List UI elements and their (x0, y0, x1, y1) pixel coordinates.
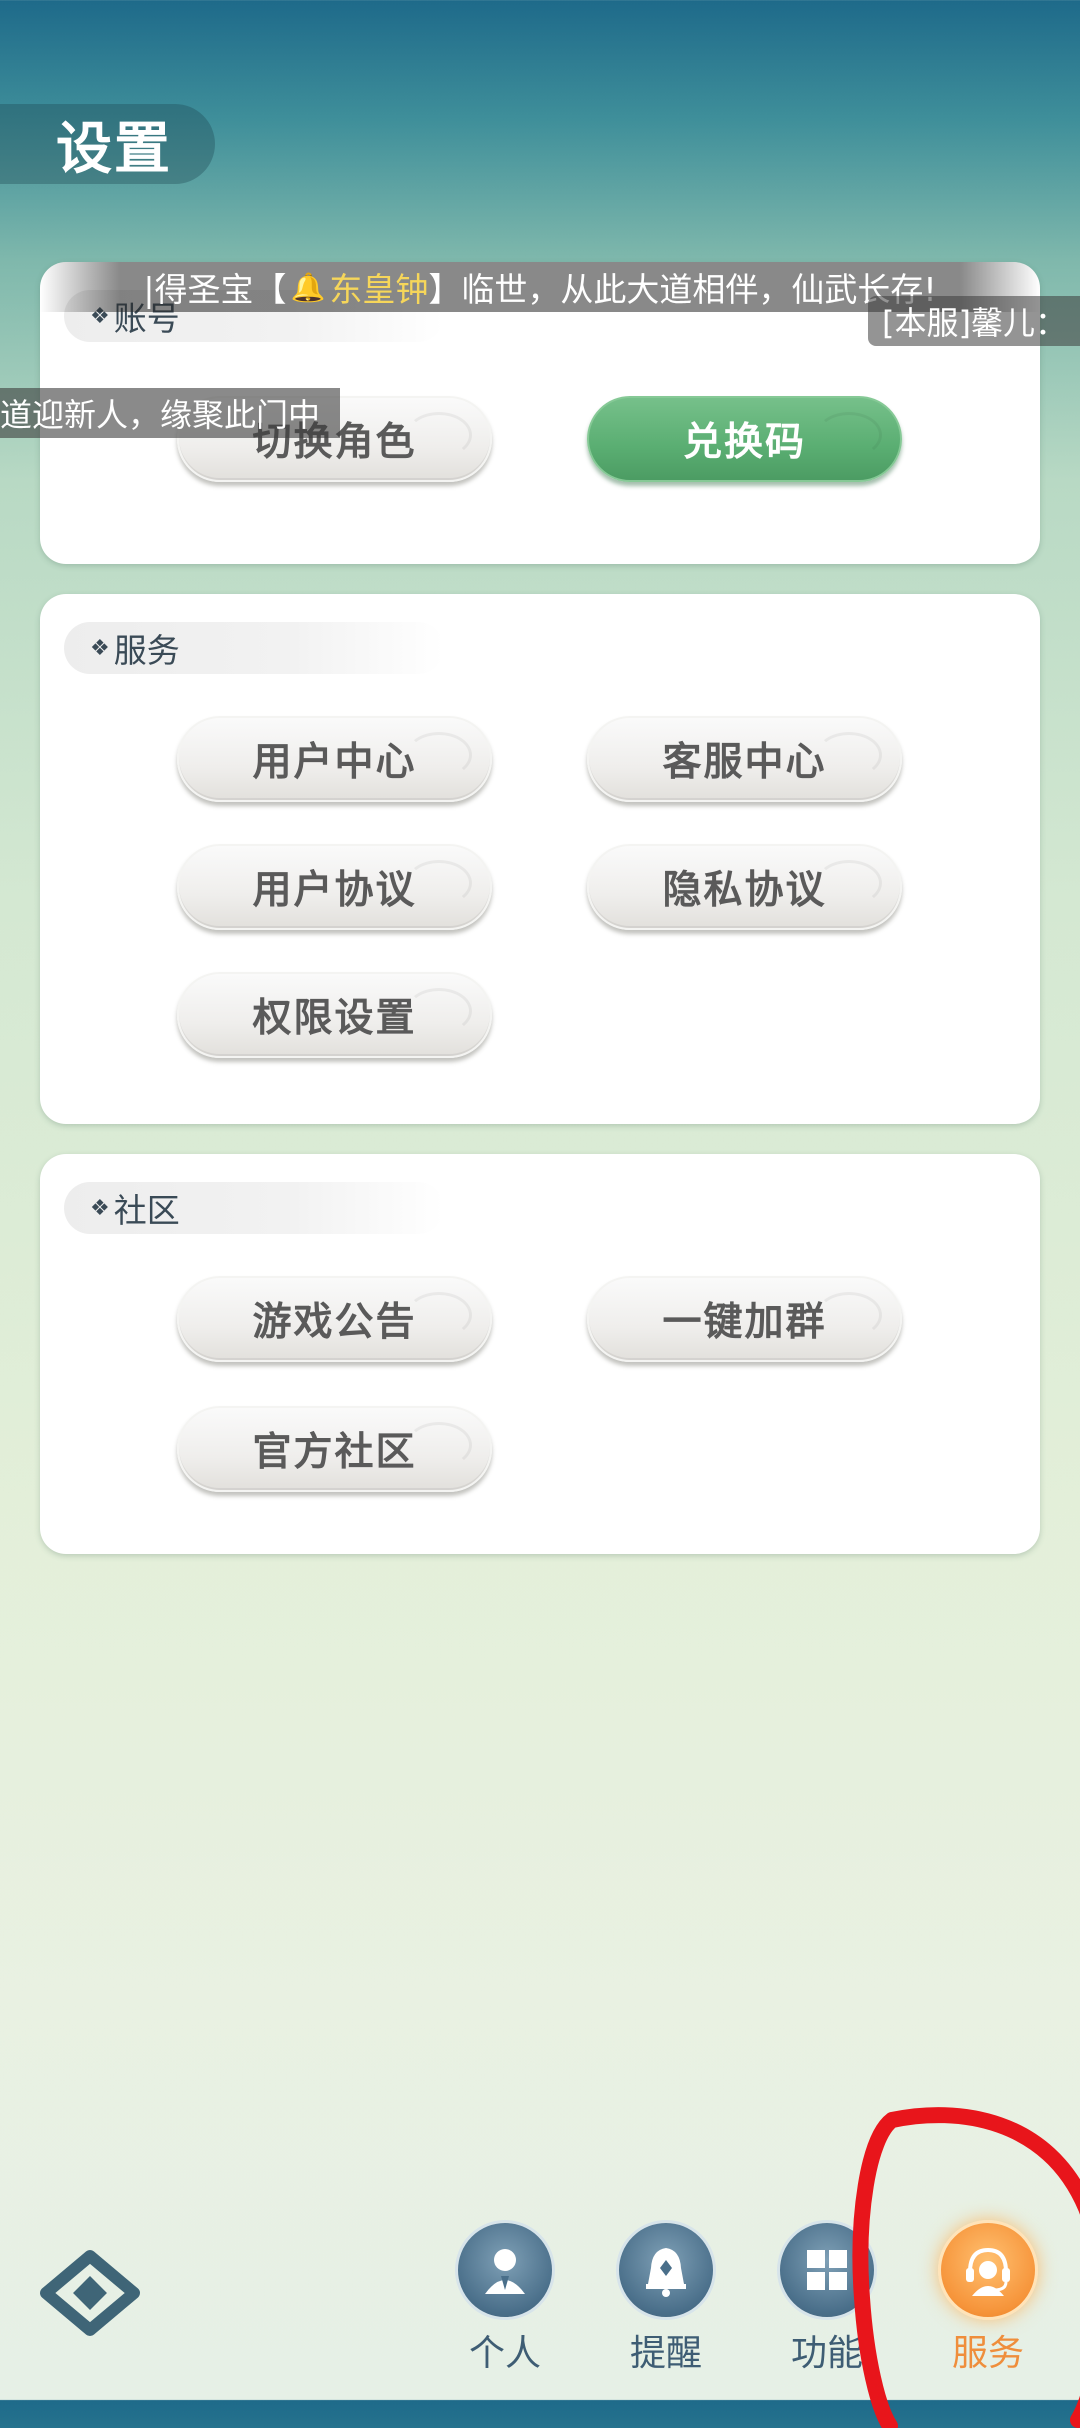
person-icon (455, 2220, 555, 2320)
page-title: 设置 (56, 116, 172, 182)
server-chat-text: [本服]馨儿： (882, 304, 1067, 342)
service-header-label: 服务 (113, 631, 180, 670)
red-annotation-circle (852, 2107, 1080, 2428)
nav-label-personal: 个人 (468, 2333, 541, 2374)
user-center-button[interactable]: 用户中心 (177, 716, 492, 802)
golden-bell-icon: 🔔 (290, 270, 326, 304)
community-header-label: 社区 (113, 1191, 180, 1230)
bell-icon (616, 2220, 716, 2320)
game-logo-icon (40, 2250, 140, 2336)
nav-label-remind: 提醒 (629, 2333, 702, 2374)
service-section-header: ❖ 服务 (64, 622, 444, 674)
marquee-suffix: 】临世，从此大道相伴，仙武长存! (428, 270, 937, 309)
join-group-button[interactable]: 一键加群 (587, 1276, 902, 1362)
marquee-prefix: |得圣宝【 (143, 270, 287, 309)
page-title-pill: 设置 (0, 104, 215, 184)
game-announcement-button[interactable]: 游戏公告 (177, 1276, 492, 1362)
guild-marquee-text: 道迎新人，缘聚此门中 (0, 396, 321, 434)
community-section-header: ❖ 社区 (64, 1182, 444, 1234)
customer-service-button[interactable]: 客服中心 (587, 716, 902, 802)
diamond-icon: ❖ (90, 635, 110, 661)
nav-item-remind[interactable]: 提醒 (611, 2220, 721, 2380)
official-community-button[interactable]: 官方社区 (177, 1406, 492, 1492)
server-chat-marquee: [本服]馨儿： (868, 296, 1080, 346)
redeem-code-button[interactable]: 兑换码 (587, 396, 902, 482)
privacy-policy-button[interactable]: 隐私协议 (587, 844, 902, 930)
nav-item-personal[interactable]: 个人 (450, 2220, 560, 2380)
community-panel: ❖ 社区 游戏公告 一键加群 官方社区 (40, 1154, 1040, 1554)
permission-settings-button[interactable]: 权限设置 (177, 972, 492, 1058)
marquee-item-name: 东皇钟 (329, 270, 429, 309)
service-panel: ❖ 服务 用户中心 客服中心 用户协议 隐私协议 权限设置 (40, 594, 1040, 1124)
diamond-icon: ❖ (90, 1195, 110, 1221)
guild-marquee: 道迎新人，缘聚此门中 (0, 388, 340, 438)
user-agreement-button[interactable]: 用户协议 (177, 844, 492, 930)
